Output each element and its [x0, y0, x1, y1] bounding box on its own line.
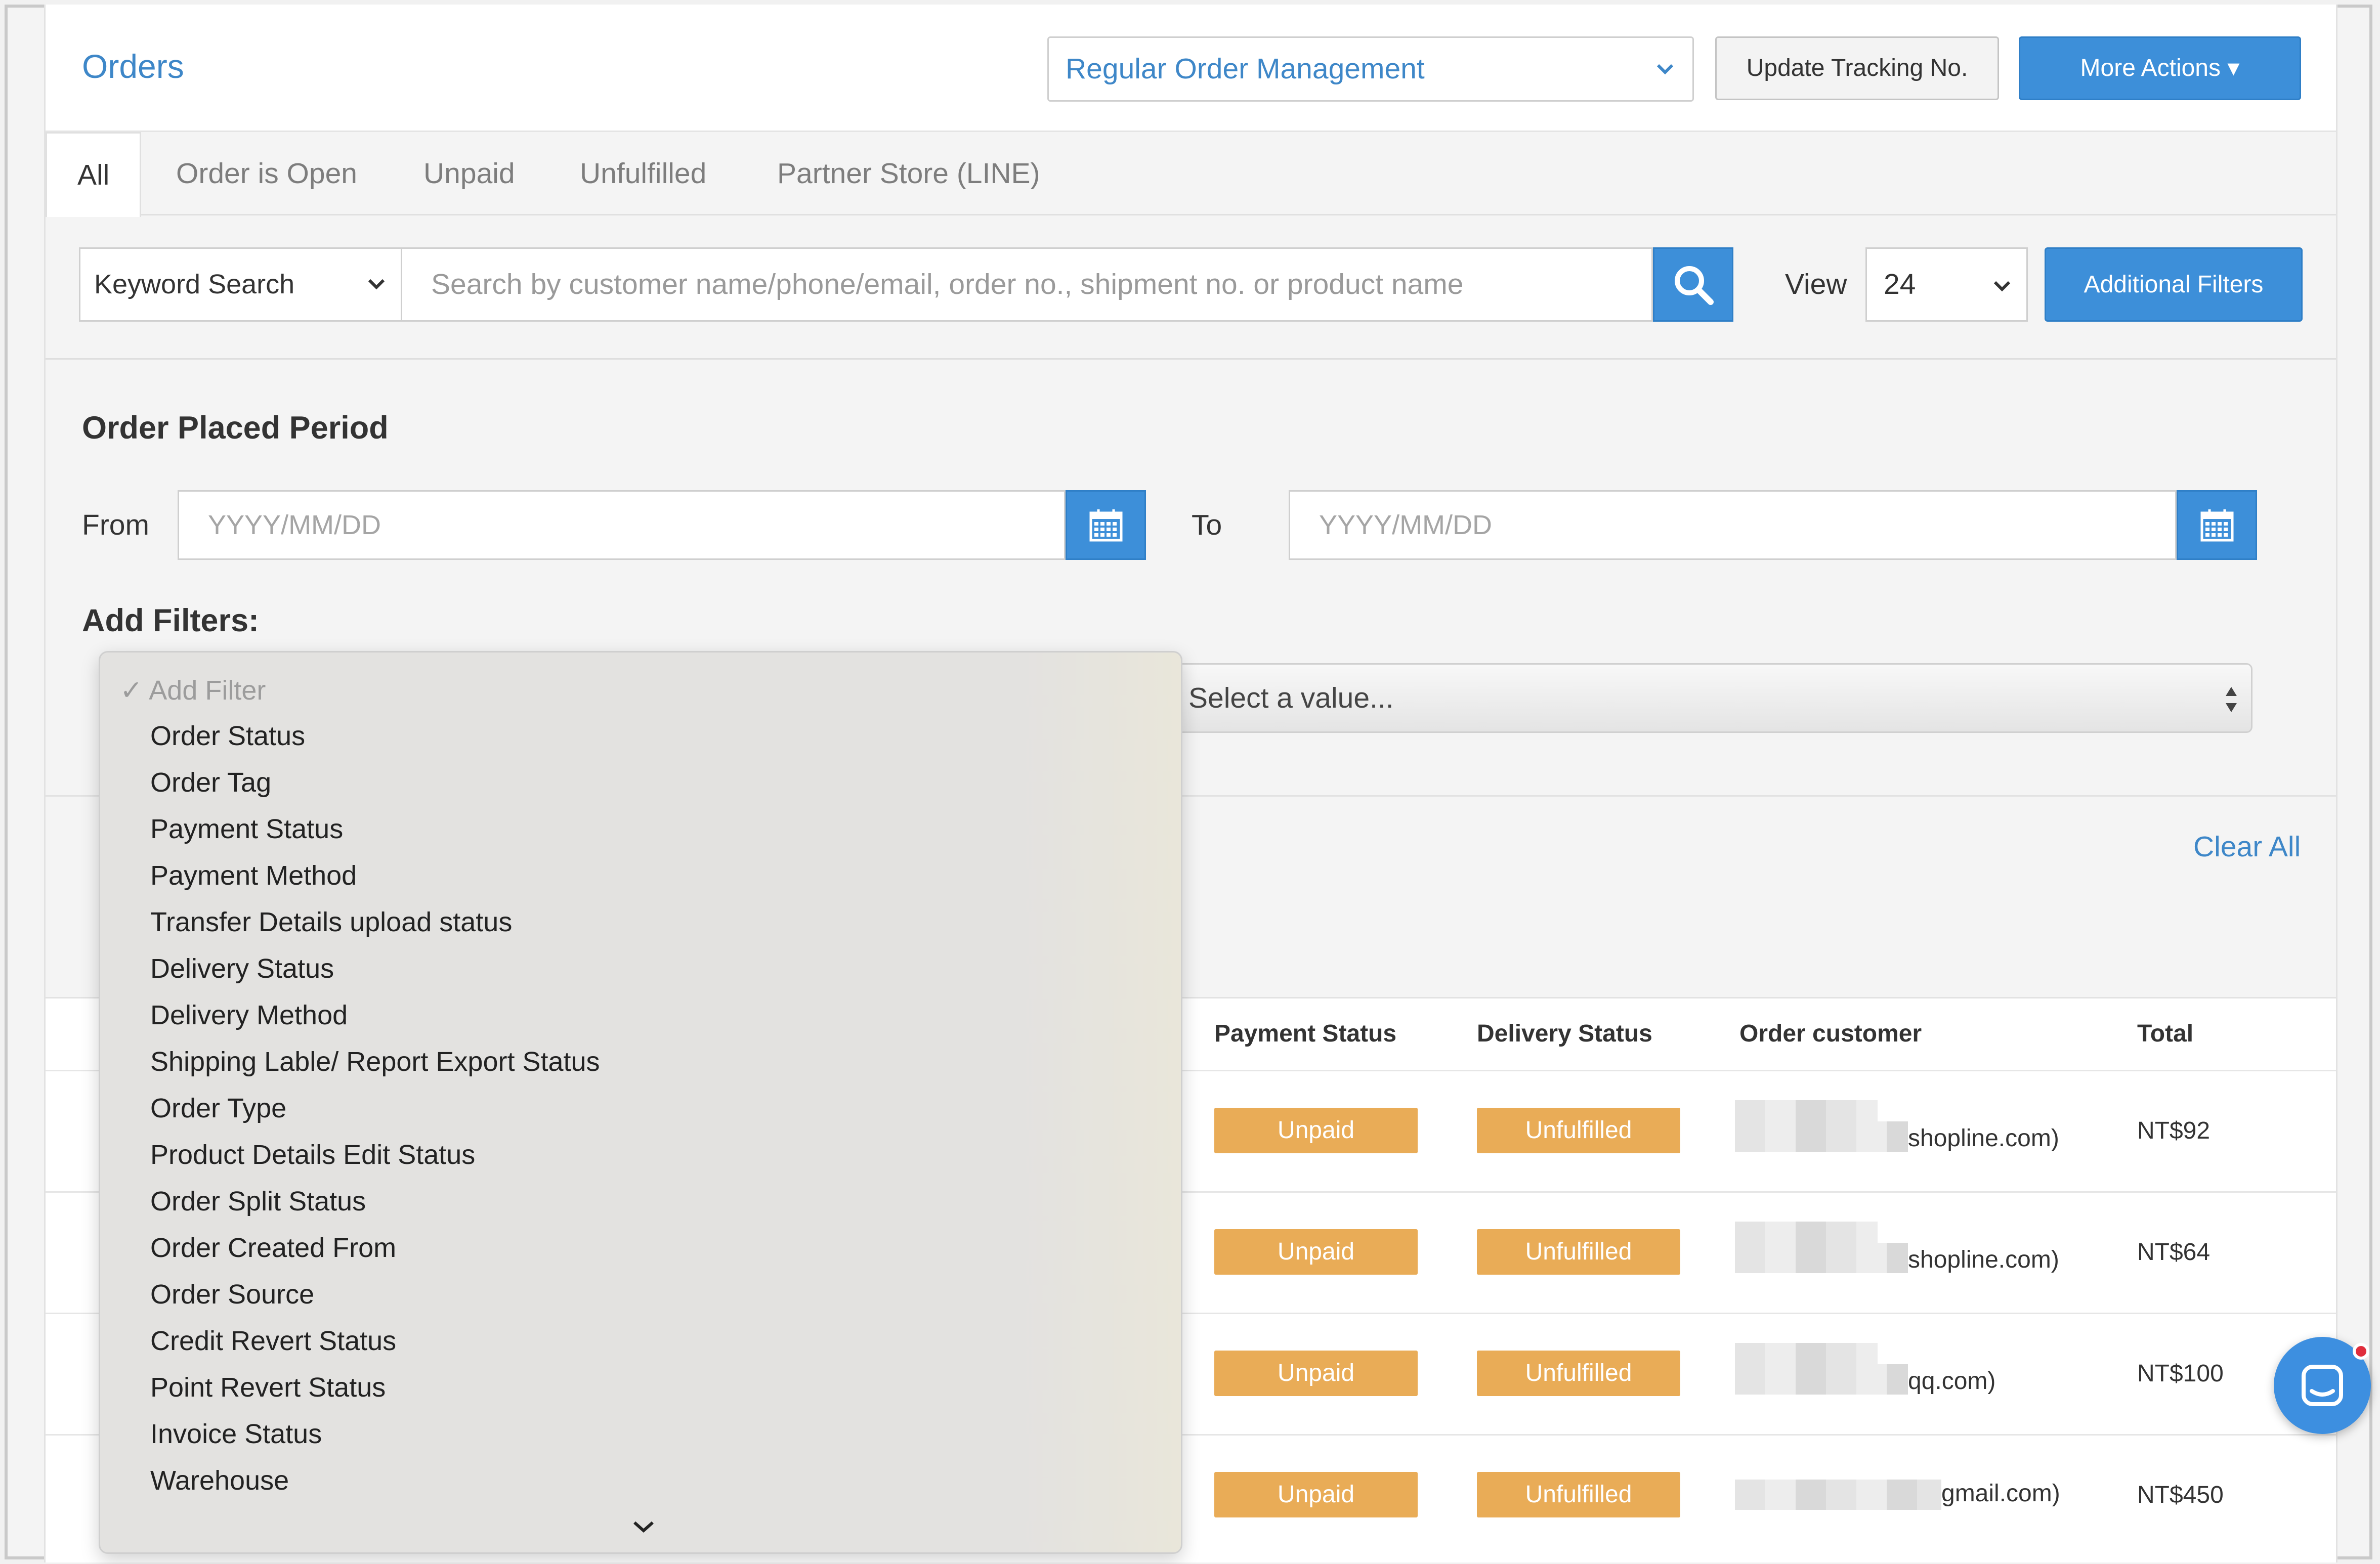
filter-option-payment-status[interactable]: Payment Status: [150, 806, 343, 852]
filter-option-order-created-from[interactable]: Order Created From: [150, 1225, 396, 1271]
from-date-input[interactable]: YYYY/MM/DD: [178, 490, 1066, 560]
filter-option-product-details[interactable]: Product Details Edit Status: [150, 1132, 475, 1178]
search-type-value: Keyword Search: [94, 269, 295, 299]
column-header-total[interactable]: Total: [2137, 1020, 2193, 1048]
view-count-select[interactable]: 24: [1865, 247, 2028, 322]
notification-dot: [2353, 1343, 2369, 1360]
dropdown-selected-label: Add Filter: [149, 675, 266, 706]
filter-option-credit-revert[interactable]: Credit Revert Status: [150, 1318, 396, 1364]
order-tabs: All Order is Open Unpaid Unfulfilled Par…: [46, 132, 2336, 217]
order-total: NT$64: [2137, 1239, 2211, 1266]
filter-option-order-status[interactable]: Order Status: [150, 713, 305, 759]
filter-value-select[interactable]: Select a value...: [1172, 663, 2252, 733]
filter-option-payment-method[interactable]: Payment Method: [150, 853, 357, 898]
filter-option-order-split[interactable]: Order Split Status: [150, 1179, 366, 1224]
view-count-value: 24: [1884, 268, 1916, 300]
dropdown-selected-option[interactable]: ✓ Add Filter: [120, 668, 266, 713]
delivery-status-badge: Unfulfilled: [1477, 1351, 1680, 1396]
filter-option-warehouse[interactable]: Warehouse: [150, 1458, 289, 1503]
filter-option-point-revert[interactable]: Point Revert Status: [150, 1365, 386, 1410]
redacted-customer-email: [1735, 1121, 1908, 1152]
column-header-payment-status[interactable]: Payment Status: [1214, 1020, 1396, 1048]
chevron-down-icon: [1993, 249, 2011, 348]
redacted-customer-email: [1735, 1364, 1908, 1395]
payment-status-badge: Unpaid: [1214, 1108, 1418, 1153]
customer-email-suffix: shopline.com): [1908, 1125, 2059, 1152]
order-period-title: Order Placed Period: [82, 410, 389, 446]
search-type-select[interactable]: Keyword Search: [79, 247, 402, 322]
from-calendar-button[interactable]: [1066, 490, 1146, 560]
filter-option-shipping-label[interactable]: Shipping Lable/ Report Export Status: [150, 1039, 600, 1084]
search-button[interactable]: [1653, 247, 1733, 322]
updown-arrows-icon: [2226, 687, 2237, 712]
calendar-icon: [2200, 509, 2233, 542]
chevron-down-icon: [1656, 38, 1674, 123]
additional-filters-button[interactable]: Additional Filters: [2045, 247, 2303, 322]
customer-email-suffix: gmail.com): [1941, 1480, 2060, 1507]
scroll-down-chevron-icon[interactable]: [631, 1517, 656, 1538]
customer-email-suffix: shopline.com): [1908, 1246, 2059, 1273]
update-tracking-button[interactable]: Update Tracking No.: [1715, 36, 1999, 100]
search-bar: Keyword Search Search by customer name/p…: [46, 217, 2336, 360]
delivery-status-badge: Unfulfilled: [1477, 1229, 1680, 1275]
tab-order-is-open[interactable]: Order is Open: [176, 132, 357, 215]
from-label: From: [82, 509, 149, 541]
delivery-status-badge: Unfulfilled: [1477, 1108, 1680, 1153]
column-header-delivery-status[interactable]: Delivery Status: [1477, 1020, 1652, 1048]
page-header: Orders Regular Order Management Update T…: [46, 5, 2336, 132]
order-management-select-value: Regular Order Management: [1066, 53, 1425, 85]
delivery-status-badge: Unfulfilled: [1477, 1472, 1680, 1517]
filter-option-delivery-status[interactable]: Delivery Status: [150, 946, 334, 991]
redacted-customer-name: [1735, 1343, 1878, 1364]
more-actions-button[interactable]: More Actions ▾: [2019, 36, 2301, 100]
payment-status-badge: Unpaid: [1214, 1229, 1418, 1275]
order-total: NT$450: [2137, 1482, 2224, 1508]
search-input[interactable]: Search by customer name/phone/email, ord…: [402, 247, 1653, 322]
filter-value-placeholder: Select a value...: [1188, 682, 1394, 714]
order-management-select[interactable]: Regular Order Management: [1047, 36, 1694, 102]
tab-unfulfilled[interactable]: Unfulfilled: [580, 132, 706, 215]
filter-option-transfer-details[interactable]: Transfer Details upload status: [150, 899, 512, 945]
filter-option-delivery-method[interactable]: Delivery Method: [150, 992, 348, 1038]
tab-partner-store[interactable]: Partner Store (LINE): [777, 132, 1040, 215]
filter-option-order-source[interactable]: Order Source: [150, 1272, 314, 1317]
tab-unpaid[interactable]: Unpaid: [423, 132, 515, 215]
customer-email-suffix: qq.com): [1908, 1368, 1996, 1395]
redacted-customer-name: [1735, 1222, 1878, 1243]
to-label: To: [1192, 509, 1222, 541]
filter-option-invoice-status[interactable]: Invoice Status: [150, 1411, 322, 1457]
add-filter-dropdown[interactable]: ✓ Add Filter Order Status Order Tag Paym…: [99, 651, 1182, 1554]
add-filters-title: Add Filters:: [82, 603, 260, 638]
payment-status-badge: Unpaid: [1214, 1472, 1418, 1517]
filter-option-order-type[interactable]: Order Type: [150, 1085, 286, 1131]
orders-panel: Orders Regular Order Management Update T…: [44, 5, 2371, 1562]
page-title: Orders: [82, 48, 184, 85]
to-date-input[interactable]: YYYY/MM/DD: [1289, 490, 2177, 560]
column-header-order-customer[interactable]: Order customer: [1739, 1020, 1922, 1048]
redacted-customer-name: [1735, 1100, 1878, 1121]
payment-status-badge: Unpaid: [1214, 1351, 1418, 1396]
view-label: View: [1785, 268, 1847, 300]
filter-option-order-tag[interactable]: Order Tag: [150, 760, 271, 805]
tab-all[interactable]: All: [46, 132, 142, 217]
order-total: NT$92: [2137, 1117, 2211, 1144]
search-icon: [1674, 266, 1714, 305]
calendar-icon: [1089, 509, 1122, 542]
redacted-customer-email: [1735, 1243, 1908, 1273]
redacted-customer-email: [1735, 1480, 1941, 1510]
to-calendar-button[interactable]: [2177, 490, 2257, 560]
chevron-down-icon: [367, 249, 386, 348]
order-total: NT$100: [2137, 1360, 2224, 1387]
clear-all-link[interactable]: Clear All: [2193, 830, 2301, 863]
checkmark-icon: ✓: [120, 675, 149, 706]
chat-icon: [2302, 1365, 2343, 1406]
